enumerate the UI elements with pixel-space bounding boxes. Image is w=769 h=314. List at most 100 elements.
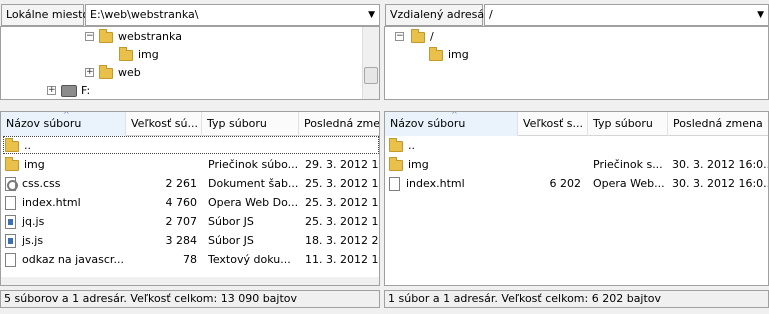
tree-item-label: img [138,48,159,61]
tree-item-webstranka[interactable]: − webstranka [85,28,182,46]
tree-item-img[interactable]: img [105,46,159,64]
file-row[interactable]: js.js 3 284 Súbor JS 18. 3. 2012 22:... [1,231,379,250]
column-header-type[interactable]: Typ súboru [202,112,299,136]
file-type [208,136,300,155]
remote-path-bar: Vzdialený adresár: / ▼ [384,4,769,26]
file-type: Dokument šab... [208,177,299,190]
folder-up-icon [5,137,19,152]
file-name: img [24,158,45,171]
column-header-size[interactable]: Veľkosť sú... [126,112,202,136]
folder-icon [411,28,425,43]
collapse-icon[interactable]: − [85,32,94,41]
file-size [126,136,197,155]
file-name: index.html [22,196,81,209]
sort-ascending-icon: ^ [63,112,70,119]
folder-icon [5,156,19,171]
file-name: odkaz na javascr... [22,253,124,266]
remote-file-list-header: ^ Názov súboru Veľkosť s... Typ súboru Po… [385,112,768,136]
file-type: Priečinok s... [593,158,663,171]
file-name: .. [24,139,31,152]
file-type: Textový doku... [208,253,291,266]
file-row[interactable]: css.css 2 261 Dokument šab... 25. 3. 2012 1… [1,174,379,193]
file-icon [5,196,16,210]
file-modified: 30. 3. 2012 16:0... [672,177,769,190]
file-modified: 11. 3. 2012 19:... [305,253,379,266]
file-icon [389,177,400,191]
file-modified [305,136,379,155]
local-directory-tree[interactable]: − webstranka img + web + F: [0,26,380,100]
column-header-modified[interactable]: Posledná zmena [668,112,768,136]
chevron-down-icon[interactable]: ▼ [368,5,375,25]
expand-icon[interactable]: + [47,86,56,95]
file-size: 6 202 [549,177,582,190]
file-modified: 25. 3. 2012 11:... [305,215,379,228]
remote-path-input[interactable]: / ▼ [484,4,769,26]
file-modified: 18. 3. 2012 22:... [305,234,379,247]
tree-item-label: img [448,48,469,61]
horizontal-scrollbar[interactable] [1,277,379,285]
file-name: css.css [22,177,61,190]
tree-item-drive-f[interactable]: + F: [47,82,91,99]
file-row[interactable]: img Priečinok s... 30. 3. 2012 16:0... [385,155,768,174]
tree-item-web[interactable]: + web [85,64,141,82]
file-name: jq.js [22,215,45,228]
tree-item-img[interactable]: img [415,46,469,64]
remote-file-list[interactable]: ^ Názov súboru Veľkosť s... Typ súboru Po… [384,111,769,286]
file-row[interactable]: .. [385,136,768,155]
local-path-bar: Lokálne miesto: E:\web\webstranka\ ▼ [0,4,380,26]
file-row[interactable]: .. [1,136,379,155]
column-header-name[interactable]: ^ Názov súboru [1,112,126,136]
file-row[interactable]: index.html 6 202 Opera Web... 30. 3. 2012 1… [385,174,768,193]
file-modified: 25. 3. 2012 10:... [305,177,379,190]
sort-ascending-icon: ^ [451,112,458,119]
file-row[interactable]: jq.js 2 707 Súbor JS 25. 3. 2012 11:... [1,212,379,231]
file-size: 3 284 [165,234,198,247]
folder-icon [99,28,113,43]
file-size: 78 [183,253,197,266]
column-header-name[interactable]: ^ Názov súboru [385,112,518,136]
file-type: Opera Web... [593,177,665,190]
folder-icon [119,46,133,61]
file-row[interactable]: odkaz na javascr... 78 Textový doku... 11. … [1,250,379,269]
local-path-input[interactable]: E:\web\webstranka\ ▼ [85,4,380,26]
file-name: index.html [406,177,465,190]
drive-icon [61,85,77,97]
tree-item-root[interactable]: − / [395,28,434,46]
column-header-size[interactable]: Veľkosť s... [518,112,588,136]
tree-item-label: / [430,30,434,43]
file-row[interactable]: index.html 4 760 Opera Web Do... 25. 3. 201… [1,193,379,212]
file-size: 2 261 [165,177,198,190]
css-file-icon [5,177,18,191]
remote-directory-tree[interactable]: − / img [384,26,769,100]
local-file-list-header: ^ Názov súboru Veľkosť sú... Typ súboru P… [1,112,379,136]
column-header-modified[interactable]: Posledná zme [299,112,379,136]
folder-up-icon [389,137,403,152]
local-pane: Lokálne miesto: E:\web\webstranka\ ▼ − w… [0,0,380,314]
file-type: Súbor JS [208,234,254,247]
file-type: Priečinok súbo... [208,158,299,171]
file-name: .. [408,139,415,152]
remote-pane: Vzdialený adresár: / ▼ − / img ^ Názov sú… [384,0,769,314]
collapse-icon[interactable]: − [395,32,404,41]
js-file-icon [5,234,16,248]
remote-path-label: Vzdialený adresár: [385,4,492,26]
file-modified: 29. 3. 2012 16:... [305,158,379,171]
file-type: Opera Web Do... [208,196,299,209]
file-modified: 25. 3. 2012 16:... [305,196,379,209]
chevron-down-icon[interactable]: ▼ [757,5,764,25]
tree-scrollbar[interactable] [362,27,379,99]
file-size [518,136,581,155]
tree-item-label: F: [81,84,91,97]
local-file-list[interactable]: ^ Názov súboru Veľkosť sú... Typ súboru P… [0,111,380,286]
scrollbar-thumb[interactable] [364,67,378,84]
local-path-value: E:\web\webstranka\ [90,8,199,21]
file-size [518,155,581,174]
file-row[interactable]: img Priečinok súbo... 29. 3. 2012 16:... [1,155,379,174]
tree-item-label: webstranka [118,30,182,43]
folder-icon [389,156,403,171]
column-header-type[interactable]: Typ súboru [588,112,668,136]
file-type [593,136,671,155]
folder-icon [99,64,113,79]
expand-icon[interactable]: + [85,68,94,77]
folder-icon [429,46,443,61]
